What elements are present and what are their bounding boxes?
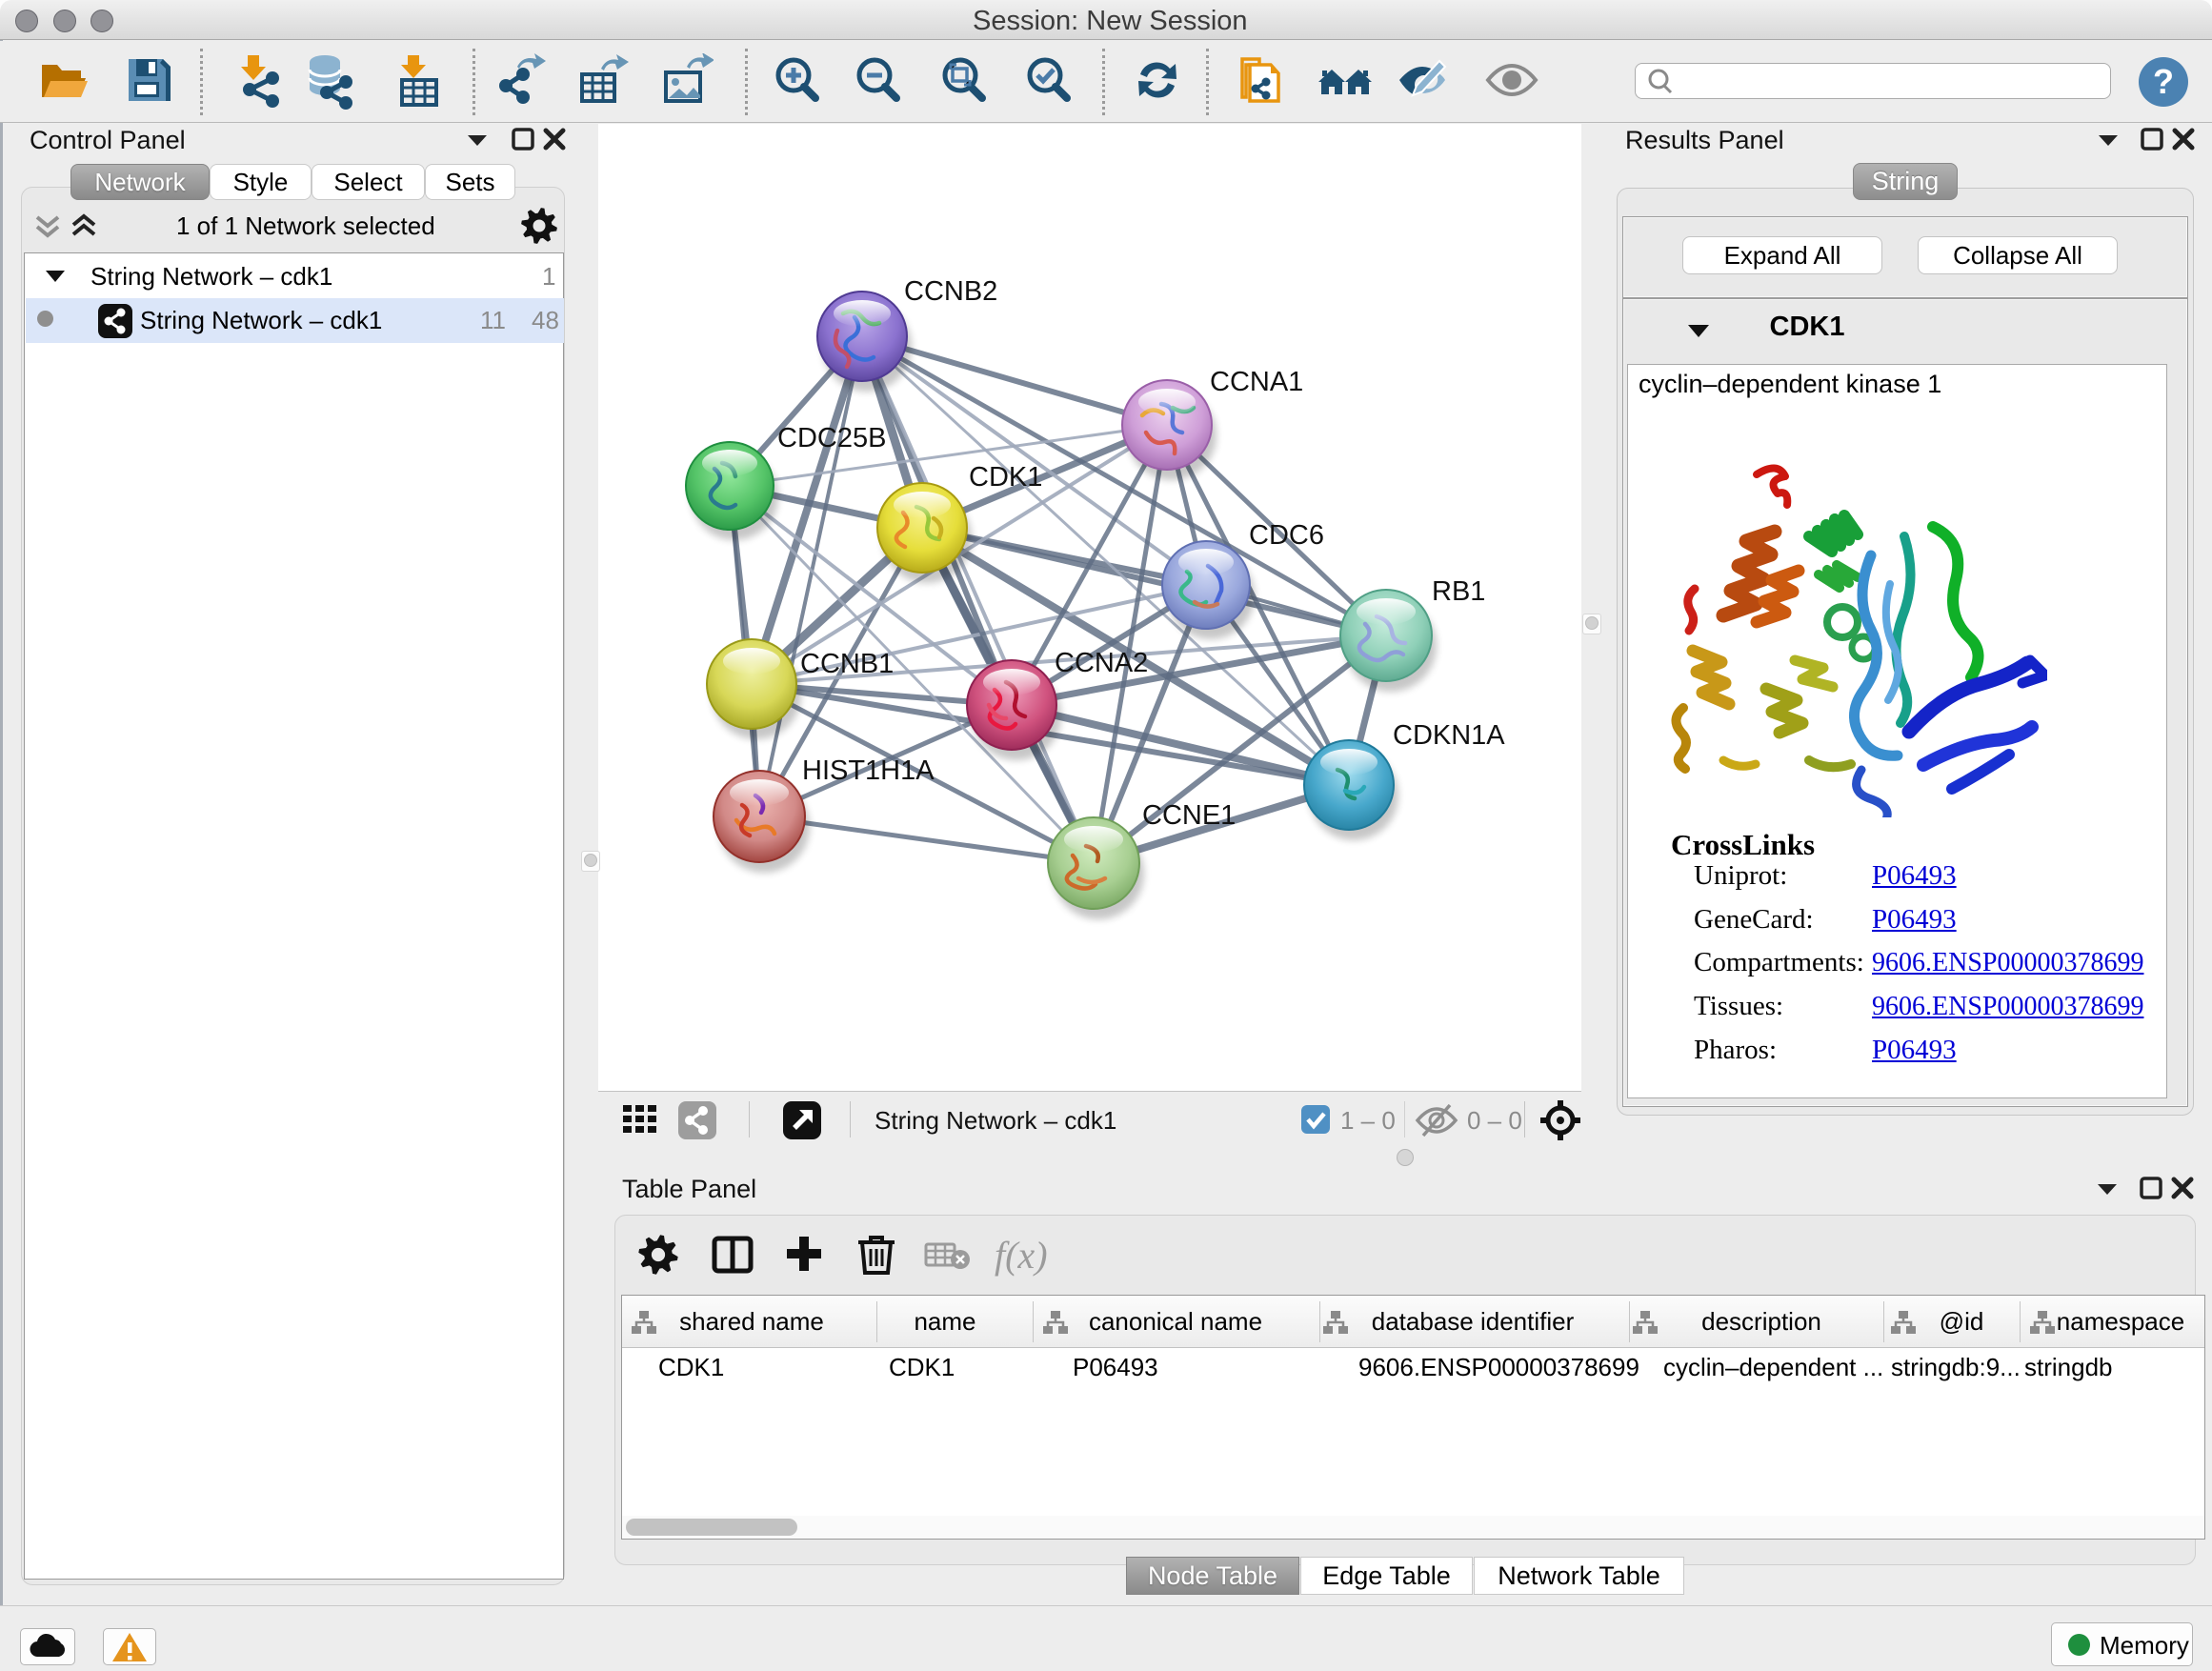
svg-text:CDC25B: CDC25B	[777, 423, 886, 453]
svg-text:CCNE1: CCNE1	[1142, 800, 1236, 831]
svg-text:CDKN1A: CDKN1A	[1393, 720, 1505, 751]
svg-text:CCNB2: CCNB2	[904, 276, 997, 307]
svg-text:CCNA1: CCNA1	[1210, 367, 1303, 397]
svg-text:?: ?	[2153, 62, 2174, 101]
svg-text:HIST1H1A: HIST1H1A	[802, 755, 935, 786]
svg-text:CDK1: CDK1	[969, 462, 1042, 493]
svg-text:CCNA2: CCNA2	[1055, 648, 1148, 678]
svg-text:RB1: RB1	[1432, 576, 1485, 607]
svg-text:CCNB1: CCNB1	[800, 649, 894, 679]
svg-text:CDC6: CDC6	[1249, 520, 1324, 551]
